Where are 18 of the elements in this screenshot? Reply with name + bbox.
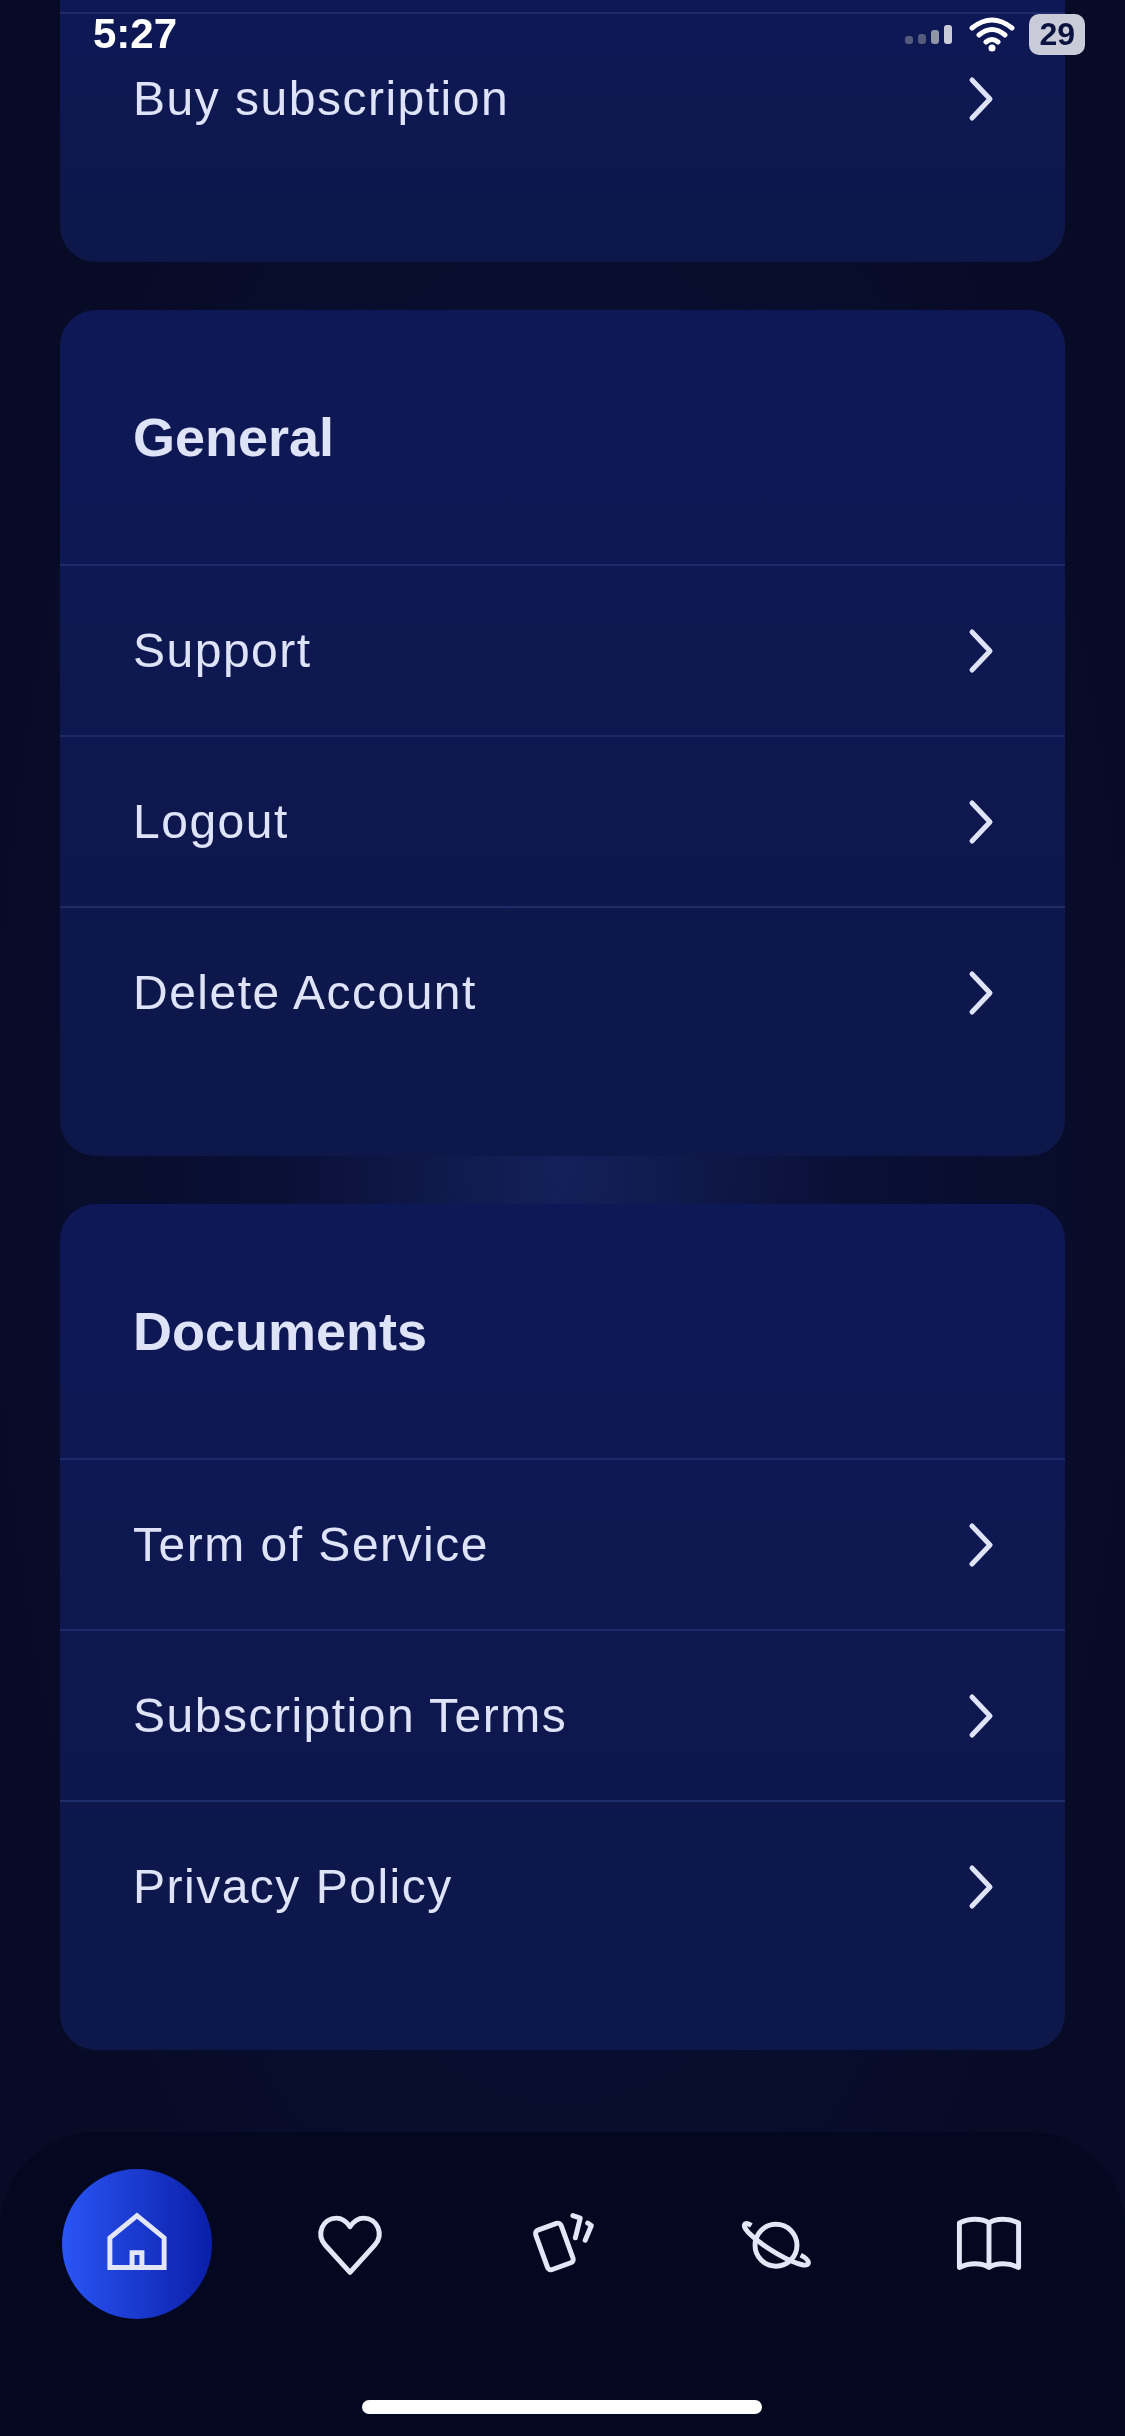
- chevron-right-icon: [967, 1691, 995, 1740]
- wifi-icon: [969, 16, 1016, 52]
- section-title: General: [133, 406, 335, 468]
- settings-row[interactable]: Privacy Policy: [60, 1800, 1065, 1971]
- chevron-right-icon: [967, 968, 995, 1017]
- settings-row[interactable]: Delete Account: [60, 906, 1065, 1077]
- settings-row[interactable]: Support: [60, 564, 1065, 735]
- chevron-right-icon: [967, 1520, 995, 1569]
- status-time: 5:27: [93, 10, 178, 58]
- chevron-right-icon: [967, 626, 995, 675]
- chevron-right-icon: [967, 74, 995, 123]
- battery-level: 29: [1029, 13, 1085, 55]
- section-title: Documents: [133, 1300, 428, 1362]
- settings-row[interactable]: Logout: [60, 735, 1065, 906]
- chevron-right-icon: [967, 797, 995, 846]
- settings-row[interactable]: Subscription Terms: [60, 1629, 1065, 1800]
- chevron-right-icon: [967, 1862, 995, 1911]
- settings-row[interactable]: Term of Service: [60, 1458, 1065, 1629]
